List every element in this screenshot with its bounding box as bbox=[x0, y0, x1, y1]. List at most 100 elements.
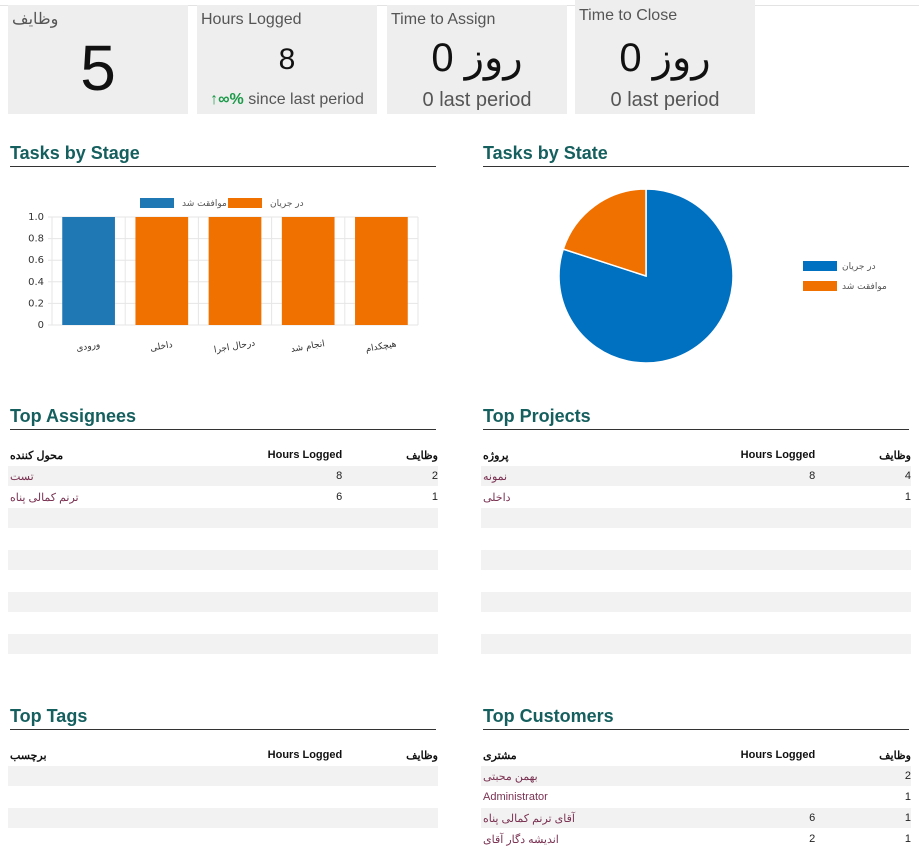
header-customer[interactable]: مشتری bbox=[481, 749, 722, 762]
empty-row bbox=[481, 634, 911, 655]
customer-name[interactable]: بهمن محبتی bbox=[481, 770, 722, 783]
kpi-close-card[interactable]: Time to Close 0 روز 0 last period bbox=[575, 0, 755, 114]
kpi-hours-trend: ↑∞% since last period bbox=[197, 91, 377, 109]
customer-name[interactable]: اندیشه دگار آقای bbox=[481, 833, 722, 846]
bar-x-axis: ورودی داخلی درحال اجرا انجام شد هیچکدام bbox=[76, 338, 398, 355]
tasks-by-stage-title: Tasks by Stage bbox=[10, 143, 436, 167]
customer-name[interactable]: آقای ترنم کمالی پناه bbox=[481, 812, 722, 825]
x-tick-label: هیچکدام bbox=[365, 339, 398, 354]
empty-row bbox=[8, 829, 438, 850]
y-tick-label: 0 bbox=[38, 320, 44, 331]
empty-row bbox=[8, 550, 438, 571]
empty-row bbox=[481, 571, 911, 592]
pie-legend-swatch-0 bbox=[803, 261, 837, 271]
top-customers-title: Top Customers bbox=[483, 706, 909, 730]
assignee-name[interactable]: تست bbox=[8, 470, 249, 483]
legend-swatch-series-1 bbox=[228, 198, 262, 208]
kpi-assign-sub: 0 last period bbox=[422, 89, 532, 111]
bar-legend[interactable]: موافقت شد در جریان bbox=[140, 198, 304, 209]
empty-row bbox=[8, 508, 438, 529]
kpi-close-label: Time to Close bbox=[579, 7, 678, 24]
table-header: برچسب Hours Logged وظایف bbox=[8, 744, 438, 766]
top-customers-table: مشتری Hours Logged وظایف بهمن محبتی 2 Ad… bbox=[481, 744, 911, 850]
empty-row bbox=[8, 592, 438, 613]
top-tags-table: برچسب Hours Logged وظایف bbox=[8, 744, 438, 850]
project-tasks: 1 bbox=[904, 491, 911, 503]
empty-row bbox=[8, 808, 438, 829]
kpi-tasks-label: وظایف bbox=[12, 11, 59, 28]
kpi-tasks-card[interactable]: وظایف 5 bbox=[8, 5, 188, 114]
assignee-tasks: 2 bbox=[431, 470, 438, 482]
kpi-assign-card[interactable]: Time to Assign 0 روز 0 last period bbox=[387, 5, 567, 114]
customer-hours: 2 bbox=[809, 833, 816, 845]
x-tick-label: درحال اجرا bbox=[213, 338, 256, 355]
bar[interactable] bbox=[281, 217, 335, 325]
empty-row bbox=[8, 529, 438, 550]
assignee-hours: 8 bbox=[336, 470, 343, 482]
header-hours[interactable]: Hours Logged bbox=[249, 449, 343, 461]
customer-hours: 6 bbox=[809, 812, 816, 824]
pie-legend-swatch-1 bbox=[803, 281, 837, 291]
bar[interactable] bbox=[62, 217, 115, 325]
header-tasks[interactable]: وظایف bbox=[815, 449, 911, 462]
customer-tasks: 1 bbox=[904, 791, 911, 803]
top-assignees-title: Top Assignees bbox=[10, 406, 436, 430]
legend-swatch-series-0 bbox=[140, 198, 174, 208]
table-row[interactable]: آقای ترنم کمالی پناه 6 1 bbox=[481, 808, 911, 829]
project-name[interactable]: داخلی bbox=[481, 491, 722, 504]
table-row[interactable]: اندیشه دگار آقای 2 1 bbox=[481, 829, 911, 850]
assignee-name[interactable]: ترنم کمالی پناه bbox=[8, 491, 249, 504]
y-tick-label: 1.0 bbox=[28, 212, 44, 223]
arrow-up-icon: ↑ bbox=[210, 91, 219, 108]
table-row[interactable]: بهمن محبتی 2 bbox=[481, 766, 911, 787]
table-row[interactable]: نمونه 8 4 bbox=[481, 466, 911, 487]
top-projects-title: Top Projects bbox=[483, 406, 909, 430]
table-row[interactable]: ترنم کمالی پناه 6 1 bbox=[8, 487, 438, 508]
bar[interactable] bbox=[208, 217, 262, 325]
pie-legend-label-1: موافقت شد bbox=[842, 282, 887, 292]
header-hours[interactable]: Hours Logged bbox=[722, 449, 816, 461]
header-tasks[interactable]: وظایف bbox=[342, 749, 438, 762]
customer-tasks: 2 bbox=[904, 770, 911, 782]
top-projects-table: پروژه Hours Logged وظایف نمونه 8 4 داخلی… bbox=[481, 444, 911, 655]
pie-slices bbox=[558, 188, 734, 364]
bar-plot-area bbox=[62, 217, 408, 325]
project-hours: 8 bbox=[809, 470, 816, 482]
customer-name[interactable]: Administrator bbox=[481, 791, 722, 803]
header-hours[interactable]: Hours Logged bbox=[722, 749, 816, 761]
assignee-tasks: 1 bbox=[431, 491, 438, 503]
table-row[interactable]: تست 8 2 bbox=[8, 466, 438, 487]
legend-label-series-0: موافقت شد bbox=[182, 199, 227, 209]
tasks-by-state-title: Tasks by State bbox=[483, 143, 909, 167]
empty-row bbox=[8, 787, 438, 808]
tasks-by-stage-chart[interactable]: موافقت شد در جریان 1.0 0.8 0.6 0.4 0.2 0 ورود… bbox=[10, 190, 430, 370]
empty-row bbox=[481, 613, 911, 634]
bar-y-axis: 1.0 0.8 0.6 0.4 0.2 0 bbox=[28, 212, 44, 331]
project-name[interactable]: نمونه bbox=[481, 470, 722, 483]
header-assignee[interactable]: محول کننده bbox=[8, 449, 249, 462]
customer-tasks: 1 bbox=[904, 812, 911, 824]
kpi-tasks-value: 5 bbox=[80, 32, 116, 104]
top-tags-title: Top Tags bbox=[10, 706, 436, 730]
customer-tasks: 1 bbox=[904, 833, 911, 845]
table-row[interactable]: Administrator 1 bbox=[481, 787, 911, 808]
table-row[interactable]: داخلی 1 bbox=[481, 487, 911, 508]
tasks-by-state-chart[interactable]: در جریان موافقت شد bbox=[480, 175, 910, 375]
top-assignees-table: محول کننده Hours Logged وظایف تست 8 2 تر… bbox=[8, 444, 438, 655]
header-tasks[interactable]: وظایف bbox=[815, 749, 911, 762]
header-tasks[interactable]: وظایف bbox=[342, 449, 438, 462]
header-tag[interactable]: برچسب bbox=[8, 749, 249, 762]
kpi-hours-value: 8 bbox=[278, 43, 296, 76]
pie-legend[interactable]: در جریان موافقت شد bbox=[803, 261, 887, 292]
empty-row bbox=[481, 550, 911, 571]
kpi-assign-label: Time to Assign bbox=[391, 11, 496, 28]
empty-row bbox=[8, 613, 438, 634]
empty-row bbox=[8, 571, 438, 592]
bar[interactable] bbox=[355, 217, 408, 325]
empty-row bbox=[8, 766, 438, 787]
kpi-close-value: 0 روز bbox=[619, 36, 711, 80]
kpi-hours-card[interactable]: Hours Logged 8 ↑∞% since last period bbox=[197, 5, 377, 114]
header-project[interactable]: پروژه bbox=[481, 449, 722, 462]
bar[interactable] bbox=[135, 217, 189, 325]
header-hours[interactable]: Hours Logged bbox=[249, 749, 343, 761]
